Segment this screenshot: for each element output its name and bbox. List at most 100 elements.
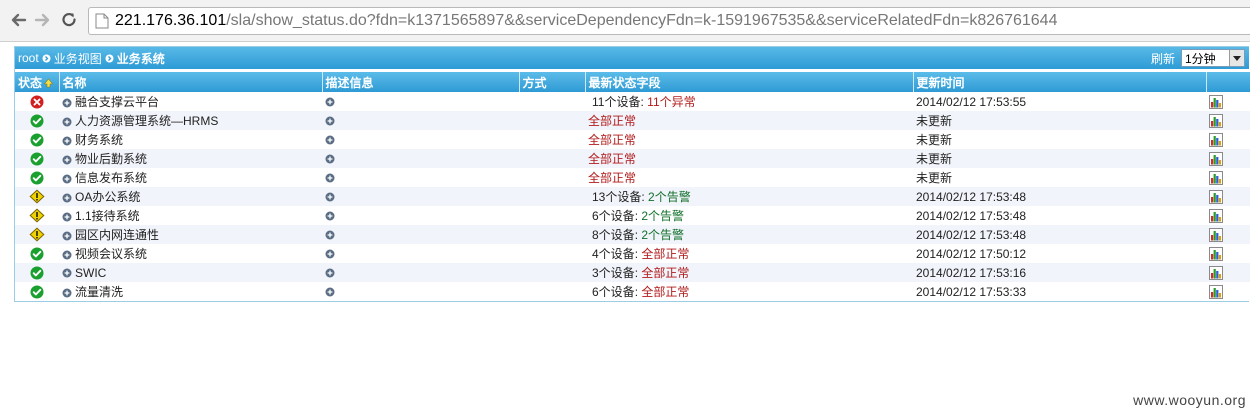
service-name[interactable]: 1.1接待系统: [75, 209, 140, 223]
column-header-name[interactable]: 名称: [59, 72, 323, 92]
breadcrumb-business-view[interactable]: 业务视图: [54, 50, 102, 67]
name-cell[interactable]: 1.1接待系统: [59, 206, 322, 225]
column-header-status[interactable]: 状态: [15, 72, 60, 92]
expand-plus-icon[interactable]: [325, 247, 338, 261]
expand-plus-icon[interactable]: [325, 228, 338, 242]
service-name[interactable]: 人力资源管理系统—HRMS: [75, 114, 218, 128]
expand-plus-icon[interactable]: [62, 152, 75, 166]
expand-plus-icon[interactable]: [325, 209, 338, 223]
service-name[interactable]: 财务系统: [75, 133, 123, 147]
expand-plus-icon[interactable]: [325, 285, 338, 299]
expand-plus-icon[interactable]: [325, 114, 338, 128]
service-name[interactable]: 融合支撑云平台: [75, 95, 159, 109]
chart-cell[interactable]: [1206, 282, 1250, 301]
table-row[interactable]: 园区内网连通性 8个设备: 2个告警 2014/02/12 17:53:48: [15, 225, 1250, 244]
bar-chart-icon[interactable]: [1209, 227, 1223, 242]
reload-icon[interactable]: [58, 9, 80, 31]
name-cell[interactable]: SWIC: [59, 263, 322, 282]
bar-chart-icon[interactable]: [1209, 284, 1223, 299]
chart-cell[interactable]: [1206, 263, 1250, 282]
table-row[interactable]: 流量清洗 6个设备: 全部正常 2014/02/12 17:53:33: [15, 282, 1250, 301]
breadcrumb-root[interactable]: root: [18, 51, 39, 65]
table-row[interactable]: 视频会议系统 4个设备: 全部正常 2014/02/12 17:50:12: [15, 244, 1250, 263]
expand-plus-icon[interactable]: [62, 247, 75, 261]
table-row[interactable]: SWIC 3个设备: 全部正常 2014/02/12 17:53:16: [15, 263, 1250, 282]
expand-plus-icon[interactable]: [62, 285, 75, 299]
expand-plus-icon[interactable]: [325, 171, 338, 185]
address-bar[interactable]: 221.176.36.101/sla/show_status.do?fdn=k1…: [88, 7, 1250, 35]
bar-chart-icon[interactable]: [1209, 132, 1223, 147]
column-header-latest[interactable]: 最新状态字段: [585, 72, 914, 92]
bar-chart-icon[interactable]: [1209, 170, 1223, 185]
ok-check-icon: [30, 170, 44, 185]
column-header-desc[interactable]: 描述信息: [322, 72, 520, 92]
separator: :: [634, 247, 639, 261]
separator: :: [634, 209, 639, 223]
expand-plus-icon[interactable]: [62, 114, 75, 128]
service-name[interactable]: 信息发布系统: [75, 171, 147, 185]
chart-cell[interactable]: [1206, 244, 1250, 263]
table-row[interactable]: 信息发布系统 全部正常 未更新: [15, 168, 1250, 187]
bar-chart-icon[interactable]: [1209, 246, 1223, 261]
back-icon[interactable]: [8, 9, 30, 31]
table-row[interactable]: 财务系统 全部正常 未更新: [15, 130, 1250, 149]
expand-plus-icon[interactable]: [325, 190, 338, 204]
status-cell: [15, 225, 59, 244]
chevron-down-icon[interactable]: [1229, 50, 1244, 66]
service-name[interactable]: 视频会议系统: [75, 247, 147, 261]
bar-chart-icon[interactable]: [1209, 265, 1223, 280]
name-cell[interactable]: OA办公系统: [59, 187, 322, 206]
name-cell[interactable]: 园区内网连通性: [59, 225, 322, 244]
name-cell[interactable]: 融合支撑云平台: [59, 92, 322, 111]
name-cell[interactable]: 人力资源管理系统—HRMS: [59, 111, 322, 130]
bar-chart-icon[interactable]: [1209, 94, 1223, 109]
expand-plus-icon[interactable]: [62, 171, 75, 185]
service-name[interactable]: 物业后勤系统: [75, 152, 147, 166]
table-row[interactable]: 1.1接待系统 6个设备: 2个告警 2014/02/12 17:53:48: [15, 206, 1250, 225]
page-icon: [95, 13, 109, 29]
expand-plus-icon[interactable]: [325, 266, 338, 280]
table-row[interactable]: 人力资源管理系统—HRMS 全部正常 未更新: [15, 111, 1250, 130]
bar-chart-icon[interactable]: [1209, 151, 1223, 166]
forward-icon[interactable]: [31, 9, 53, 31]
chart-cell[interactable]: [1206, 92, 1250, 111]
chart-cell[interactable]: [1206, 149, 1250, 168]
service-name[interactable]: SWIC: [75, 266, 106, 280]
bar-chart-icon[interactable]: [1209, 113, 1223, 128]
sort-up-icon[interactable]: [43, 78, 54, 88]
expand-plus-icon[interactable]: [62, 133, 75, 147]
table-row[interactable]: OA办公系统 13个设备: 2个告警 2014/02/12 17:53:48: [15, 187, 1250, 206]
expand-plus-icon[interactable]: [62, 228, 75, 242]
bar-chart-icon[interactable]: [1209, 189, 1223, 204]
expand-plus-icon[interactable]: [325, 133, 338, 147]
service-name[interactable]: OA办公系统: [75, 190, 140, 204]
name-cell[interactable]: 信息发布系统: [59, 168, 322, 187]
expand-plus-icon[interactable]: [62, 209, 75, 223]
column-header-method[interactable]: 方式: [519, 72, 586, 92]
expand-plus-icon[interactable]: [62, 266, 75, 280]
expand-plus-icon[interactable]: [325, 95, 338, 109]
table-row[interactable]: 融合支撑云平台 11个设备: 11个异常 2014/02/12 17:53:55: [15, 92, 1250, 111]
expand-plus-icon[interactable]: [62, 190, 75, 204]
expand-plus-icon[interactable]: [62, 95, 75, 109]
updated-cell: 未更新: [916, 133, 953, 147]
method-cell: [519, 92, 585, 111]
chart-cell[interactable]: [1206, 130, 1250, 149]
name-cell[interactable]: 流量清洗: [59, 282, 322, 301]
refresh-interval-select[interactable]: 1分钟: [1181, 49, 1245, 67]
ok-check-icon: [30, 132, 44, 147]
name-cell[interactable]: 视频会议系统: [59, 244, 322, 263]
expand-plus-icon[interactable]: [325, 152, 338, 166]
chart-cell[interactable]: [1206, 111, 1250, 130]
table-row[interactable]: 物业后勤系统 全部正常 未更新: [15, 149, 1250, 168]
chart-cell[interactable]: [1206, 168, 1250, 187]
service-name[interactable]: 园区内网连通性: [75, 228, 159, 242]
chart-cell[interactable]: [1206, 206, 1250, 225]
chart-cell[interactable]: [1206, 225, 1250, 244]
column-header-updated[interactable]: 更新时间: [913, 72, 1207, 92]
name-cell[interactable]: 物业后勤系统: [59, 149, 322, 168]
name-cell[interactable]: 财务系统: [59, 130, 322, 149]
chart-cell[interactable]: [1206, 187, 1250, 206]
bar-chart-icon[interactable]: [1209, 208, 1223, 223]
service-name[interactable]: 流量清洗: [75, 285, 123, 299]
